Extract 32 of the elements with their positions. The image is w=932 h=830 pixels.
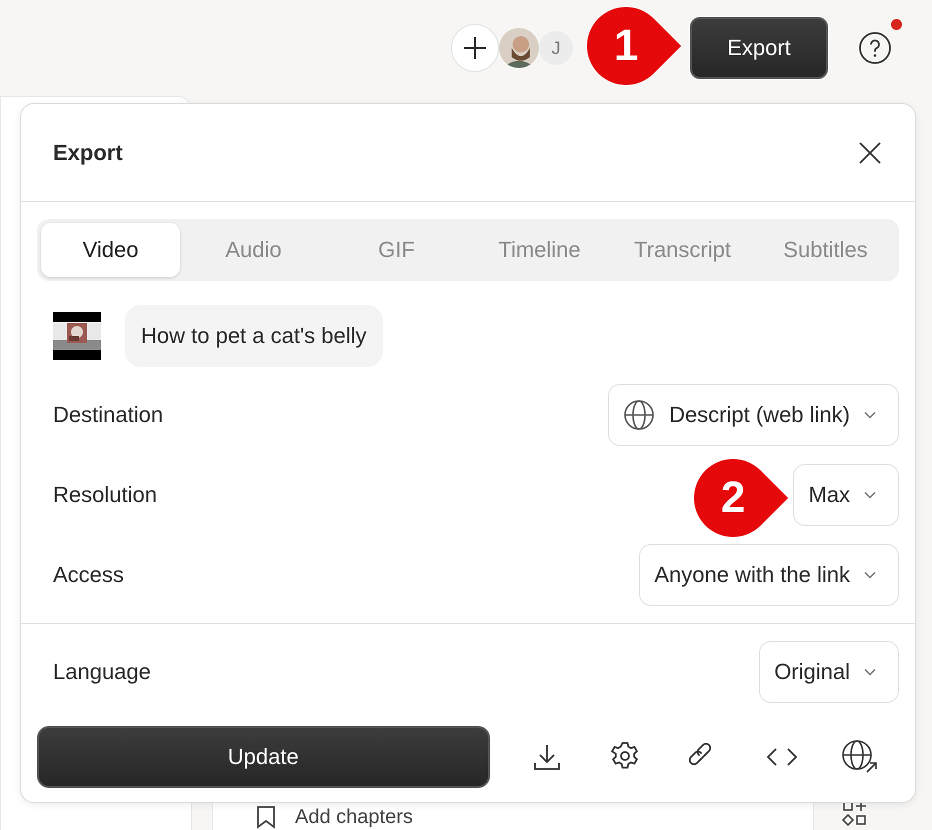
shapes-icon	[842, 800, 868, 828]
tab[interactable]: Video	[41, 223, 180, 277]
avatar[interactable]: J	[539, 31, 573, 65]
setting-label: Resolution	[53, 482, 157, 508]
avatar[interactable]	[499, 28, 539, 68]
list-item-label: Add chapters	[295, 806, 413, 828]
dropdown[interactable]: Anyone with the link	[639, 544, 899, 606]
add-button[interactable]	[451, 24, 499, 72]
download-icon	[532, 742, 562, 772]
chevron-down-icon	[864, 491, 876, 499]
dropdown[interactable]: Descript (web link)	[608, 384, 899, 446]
bookmark-icon	[255, 805, 277, 829]
chevron-down-icon	[864, 411, 876, 419]
setting-label: Access	[53, 562, 124, 588]
plus-icon	[463, 36, 487, 60]
globe-icon	[623, 399, 656, 431]
help-icon	[858, 31, 892, 65]
chevron-down-icon	[864, 571, 876, 579]
chevron-down-icon	[864, 668, 876, 676]
update-button[interactable]: Update	[37, 726, 490, 788]
project-name: How to pet a cat's belly	[125, 305, 383, 367]
dropdown[interactable]: Max	[793, 464, 899, 526]
setting-label: Language	[53, 659, 151, 685]
dropdown[interactable]: Original	[759, 641, 899, 703]
globe-arrow-icon	[840, 739, 879, 775]
setting-label: Destination	[53, 402, 164, 428]
code-icon	[766, 746, 798, 768]
notification-dot	[891, 19, 902, 30]
close-icon	[859, 142, 881, 164]
export-button[interactable]: Export	[690, 17, 828, 79]
close-button[interactable]	[859, 142, 881, 164]
dialog-title: Export	[53, 140, 123, 166]
